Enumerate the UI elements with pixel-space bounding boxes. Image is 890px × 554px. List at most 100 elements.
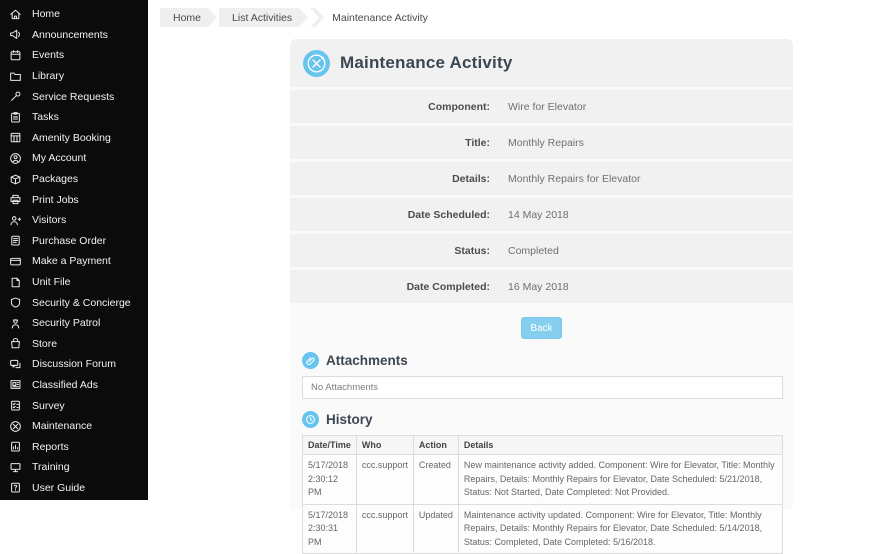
history-heading: History: [290, 411, 793, 428]
history-cell-action: Created: [412, 454, 459, 505]
history-cell-action: Updated: [412, 503, 459, 554]
sidebar-item-maintenance[interactable]: Maintenance: [0, 416, 148, 437]
sidebar-item-label: Home: [32, 8, 61, 21]
sidebar-item-label: Survey: [32, 399, 65, 412]
file-icon: [9, 276, 22, 289]
home-icon: [9, 8, 22, 21]
back-button[interactable]: Back: [521, 317, 562, 339]
newspaper-icon: [9, 378, 22, 391]
breadcrumb-list-activities[interactable]: List Activities: [219, 8, 308, 27]
sidebar-item-label: Reports: [32, 440, 69, 453]
sidebar-item-label: Purchase Order: [32, 234, 107, 247]
sidebar-item-label: Security & Concierge: [32, 296, 131, 309]
sidebar-item-packages[interactable]: Packages: [0, 169, 148, 190]
tools-icon: [9, 420, 22, 433]
field-row-title: Title: Monthly Repairs: [290, 126, 793, 159]
maintenance-activity-panel: Maintenance Activity Component: Wire for…: [290, 39, 793, 554]
sidebar-item-label: Library: [32, 70, 65, 83]
sidebar-item-label: Print Jobs: [32, 193, 79, 206]
field-value: Monthly Repairs for Elevator: [508, 172, 641, 185]
sidebar-item-my-account[interactable]: My Account: [0, 148, 148, 169]
attachments-empty-box: No Attachments: [302, 376, 783, 399]
sidebar-item-discussion-forum[interactable]: Discussion Forum: [0, 354, 148, 375]
sidebar-item-label: My Account: [32, 152, 87, 165]
sidebar-item-library[interactable]: Library: [0, 66, 148, 87]
field-row-details: Details: Monthly Repairs for Elevator: [290, 162, 793, 195]
history-header-row: Date/Time Who Action Details: [302, 435, 784, 455]
sidebar-item-home[interactable]: Home: [0, 4, 148, 25]
sidebar-item-announcements[interactable]: Announcements: [0, 25, 148, 46]
report-chart-icon: [9, 440, 22, 453]
field-row-date-completed: Date Completed: 16 May 2018: [290, 270, 793, 303]
sidebar-item-service-requests[interactable]: Service Requests: [0, 86, 148, 107]
sidebar-item-make-a-payment[interactable]: Make a Payment: [0, 251, 148, 272]
sidebar-item-label: Discussion Forum: [32, 358, 117, 371]
sidebar-item-security-patrol[interactable]: Security Patrol: [0, 313, 148, 334]
person-circle-icon: [9, 152, 22, 165]
sidebar-item-label: Tasks: [32, 111, 59, 124]
wrench-icon: [9, 90, 22, 103]
field-label: Status:: [454, 244, 490, 257]
sidebar-item-events[interactable]: Events: [0, 45, 148, 66]
sidebar-item-label: Security Patrol: [32, 317, 101, 330]
history-cell-datetime: 5/17/2018 2:30:12 PM: [302, 454, 357, 505]
breadcrumb-current: Maintenance Activity: [332, 11, 428, 24]
sidebar-item-label: Events: [32, 49, 65, 62]
page-title: Maintenance Activity: [340, 53, 513, 72]
person-plus-icon: [9, 214, 22, 227]
column-header-details: Details: [457, 435, 784, 455]
sidebar-item-print-jobs[interactable]: Print Jobs: [0, 189, 148, 210]
credit-card-icon: [9, 255, 22, 268]
maintenance-tools-icon: [303, 49, 330, 77]
sidebar-item-label: Visitors: [32, 214, 67, 227]
field-value: Wire for Elevator: [508, 100, 587, 113]
sidebar-item-survey[interactable]: Survey: [0, 395, 148, 416]
breadcrumb-home[interactable]: Home: [160, 8, 217, 27]
history-section: History Date/Time Who Action Details 5/1…: [290, 411, 793, 554]
main-content: Home List Activities Maintenance Activit…: [148, 0, 890, 554]
sidebar-item-label: Amenity Booking: [32, 131, 111, 144]
sidebar-item-unit-file[interactable]: Unit File: [0, 272, 148, 293]
sidebar-item-classified-ads[interactable]: Classified Ads: [0, 375, 148, 396]
attachments-heading: Attachments: [290, 352, 793, 369]
sidebar-item-training[interactable]: Training: [0, 457, 148, 478]
folder-icon: [9, 70, 22, 83]
field-label: Date Completed:: [406, 280, 490, 293]
sidebar-item-visitors[interactable]: Visitors: [0, 210, 148, 231]
panel-header: Maintenance Activity: [290, 39, 793, 87]
history-row: 5/17/2018 2:30:31 PM ccc.support Updated…: [302, 503, 784, 554]
back-area: Back: [290, 306, 793, 348]
history-cell-details: New maintenance activity added. Componen…: [457, 454, 784, 505]
field-row-status: Status: Completed: [290, 234, 793, 267]
monitor-icon: [9, 461, 22, 474]
guard-icon: [9, 317, 22, 330]
sidebar-item-amenity-booking[interactable]: Amenity Booking: [0, 128, 148, 149]
history-title: History: [326, 412, 373, 427]
sidebar-item-tasks[interactable]: Tasks: [0, 107, 148, 128]
history-cell-details: Maintenance activity updated. Component:…: [457, 503, 784, 554]
field-label: Component:: [428, 100, 490, 113]
sidebar-item-user-guide[interactable]: User Guide: [0, 478, 148, 499]
sidebar-item-security-concierge[interactable]: Security & Concierge: [0, 292, 148, 313]
sidebar-item-label: Store: [32, 337, 58, 350]
sidebar: Home Announcements Events Library Servic…: [0, 0, 148, 500]
field-value: 16 May 2018: [508, 280, 569, 293]
field-label: Details:: [452, 172, 490, 185]
book-help-icon: [9, 481, 22, 494]
history-row: 5/17/2018 2:30:12 PM ccc.support Created…: [302, 454, 784, 505]
sidebar-item-reports[interactable]: Reports: [0, 436, 148, 457]
shield-icon: [9, 296, 22, 309]
column-header-datetime: Date/Time: [302, 435, 357, 455]
field-value: 14 May 2018: [508, 208, 569, 221]
sidebar-item-label: Classified Ads: [32, 378, 98, 391]
megaphone-icon: [9, 28, 22, 41]
attachments-title: Attachments: [326, 353, 408, 368]
field-row-date-scheduled: Date Scheduled: 14 May 2018: [290, 198, 793, 231]
sidebar-item-label: User Guide: [32, 481, 86, 494]
sidebar-item-store[interactable]: Store: [0, 334, 148, 355]
sidebar-item-purchase-order[interactable]: Purchase Order: [0, 231, 148, 252]
breadcrumb: Home List Activities Maintenance Activit…: [160, 8, 890, 27]
history-clock-icon: [302, 411, 319, 428]
sidebar-item-label: Maintenance: [32, 420, 93, 433]
field-row-component: Component: Wire for Elevator: [290, 90, 793, 123]
